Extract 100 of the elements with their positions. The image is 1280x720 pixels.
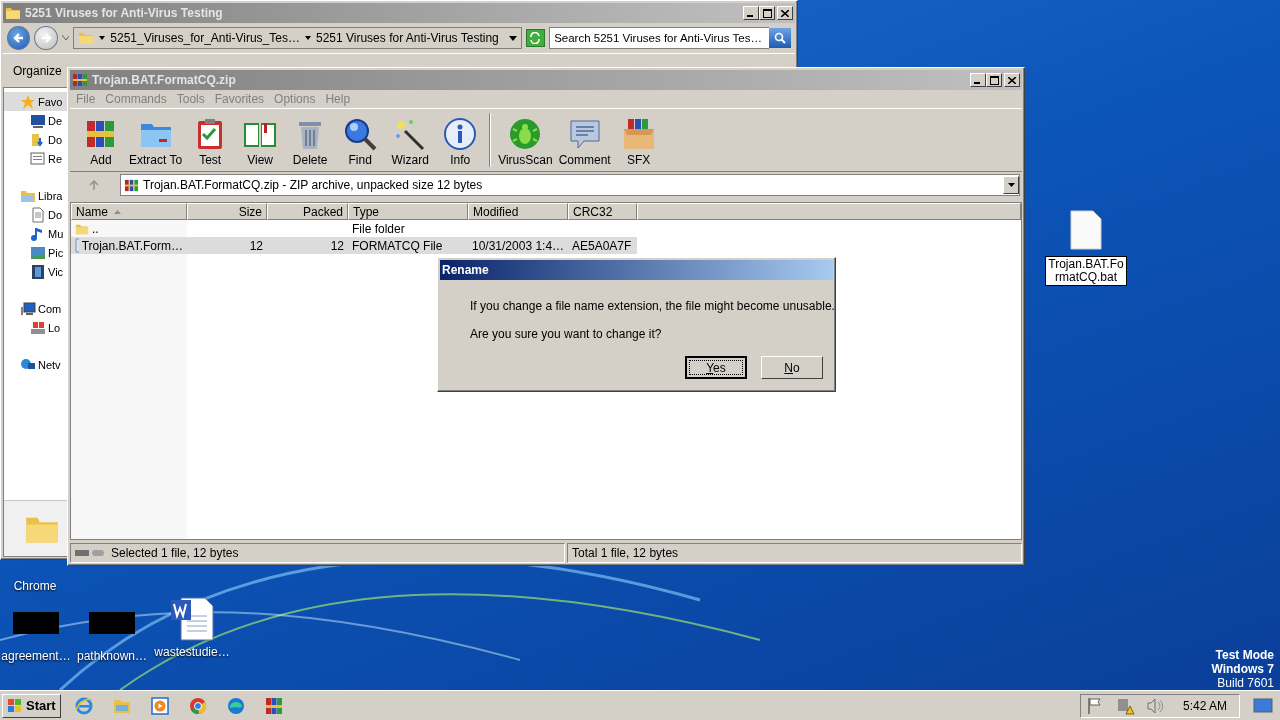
chevron-icon[interactable] bbox=[304, 35, 311, 41]
nav-item[interactable]: De bbox=[4, 111, 70, 130]
address-field[interactable]: 5251_Viruses_for_Anti-Virus_Tes… 5251 Viruses for Anti-Virus Testing bbox=[73, 27, 522, 49]
system-notice: Test Mode bbox=[1215, 648, 1274, 662]
toolbar-button[interactable]: Delete bbox=[285, 117, 336, 167]
search-button[interactable] bbox=[769, 28, 791, 48]
yes-button[interactable]: Yes bbox=[685, 356, 747, 379]
drive-icon bbox=[30, 319, 46, 336]
desktop-icon-label[interactable]: Trojan.BAT.FormatCQ.bat bbox=[1045, 256, 1127, 286]
toolbar-button[interactable]: SFX bbox=[613, 117, 664, 167]
nav-item[interactable]: Libra bbox=[4, 186, 70, 205]
maximize-button[interactable] bbox=[986, 73, 1002, 87]
browser-icon bbox=[225, 695, 246, 716]
browser-icon bbox=[73, 695, 94, 716]
monitor-icon bbox=[1253, 697, 1273, 714]
column-header[interactable]: Size bbox=[187, 203, 267, 220]
books-icon bbox=[263, 695, 284, 716]
books-icon bbox=[72, 72, 88, 88]
toolbar-button[interactable]: Test bbox=[185, 117, 236, 167]
search-field[interactable]: Search 5251 Viruses for Anti-Virus Tes… bbox=[549, 27, 769, 49]
close-icon bbox=[781, 9, 789, 17]
column-header[interactable]: Type bbox=[348, 203, 468, 220]
nav-item[interactable]: Do bbox=[4, 130, 70, 149]
toolbar-button[interactable]: Find bbox=[335, 117, 386, 167]
dropdown-button[interactable] bbox=[1003, 176, 1019, 194]
desktop-icon-label[interactable]: Chrome bbox=[11, 579, 59, 594]
column-header[interactable]: Packed bbox=[267, 203, 348, 220]
system-notice: Windows 7 bbox=[1211, 662, 1274, 676]
minimize-button[interactable] bbox=[970, 73, 986, 87]
toolbar-button[interactable]: View bbox=[235, 117, 286, 167]
nav-item[interactable]: Mu bbox=[4, 224, 70, 243]
info-icon bbox=[443, 117, 478, 151]
nav-item[interactable]: Favo bbox=[4, 92, 70, 111]
nav-item[interactable]: Do bbox=[4, 205, 70, 224]
maximize-button[interactable] bbox=[759, 6, 775, 20]
monitor-icon bbox=[30, 112, 46, 129]
toolbar-button[interactable]: Info bbox=[435, 117, 486, 167]
path-field[interactable]: Trojan.BAT.FormatCQ.zip - ZIP archive, unpacked size 12 bytes bbox=[120, 174, 1020, 196]
drive-icon bbox=[75, 548, 105, 558]
desktop-icon-label[interactable]: pathknown… bbox=[74, 649, 149, 664]
toolbar-button[interactable]: VirusScan bbox=[495, 117, 556, 167]
table-cell: 10/31/2003 1:4… bbox=[468, 237, 568, 254]
star-icon bbox=[20, 93, 36, 110]
refresh-button[interactable] bbox=[525, 29, 546, 47]
computer-icon bbox=[20, 300, 36, 317]
table-cell: AE5A0A7F bbox=[568, 237, 637, 254]
chevron-icon[interactable] bbox=[99, 35, 106, 41]
minimize-button[interactable] bbox=[743, 6, 759, 20]
desktop-icon-label[interactable]: agreement… bbox=[0, 649, 73, 664]
image-icon bbox=[30, 244, 46, 261]
close-button[interactable] bbox=[1004, 73, 1020, 87]
toolbar-button[interactable]: Extract To bbox=[126, 117, 186, 167]
caret-icon[interactable] bbox=[61, 35, 70, 41]
dialog-message: If you change a file name extension, the file might become unusable. bbox=[470, 299, 835, 313]
close-icon bbox=[1008, 76, 1016, 84]
desktop-icon-label[interactable]: wastestudie… bbox=[152, 645, 232, 660]
speech-bubble-icon bbox=[567, 117, 602, 151]
windows-flag-icon bbox=[7, 697, 23, 714]
breadcrumb[interactable]: 5251_Viruses_for_Anti-Virus_Tes… bbox=[110, 31, 300, 45]
maximize-icon bbox=[989, 75, 999, 85]
back-button[interactable] bbox=[7, 26, 31, 50]
forward-button[interactable] bbox=[34, 26, 58, 50]
forward-arrow-icon bbox=[39, 32, 52, 44]
toolbar-button[interactable]: Comment bbox=[555, 117, 614, 167]
document-icon bbox=[30, 206, 46, 223]
clock[interactable]: 5:42 AM bbox=[1174, 698, 1235, 713]
window-title: 5251 Viruses for Anti-Virus Testing bbox=[25, 6, 224, 20]
system-notice: Build 7601 bbox=[1217, 676, 1274, 690]
box-icon bbox=[621, 117, 656, 151]
dialog-title: Rename bbox=[442, 263, 490, 277]
breadcrumb[interactable]: 5251 Viruses for Anti-Virus Testing bbox=[315, 31, 499, 45]
nav-item[interactable]: Pic bbox=[4, 243, 70, 262]
play-icon bbox=[149, 695, 170, 716]
dropdown-arrow-icon[interactable] bbox=[508, 35, 517, 41]
document-icon bbox=[169, 596, 215, 642]
redaction-block bbox=[89, 612, 135, 634]
nav-item[interactable]: Netv bbox=[4, 355, 70, 374]
no-button[interactable]: No bbox=[761, 356, 823, 379]
nav-item[interactable]: Lo bbox=[4, 318, 70, 337]
column-header[interactable]: Name bbox=[71, 203, 187, 220]
column-header[interactable]: Modified bbox=[468, 203, 568, 220]
file-name-cell[interactable]: .. bbox=[71, 220, 187, 237]
path-text: Trojan.BAT.FormatCQ.zip - ZIP archive, unpacked size 12 bytes bbox=[143, 178, 483, 192]
column-header[interactable]: CRC32 bbox=[568, 203, 637, 220]
nav-item[interactable]: Vic bbox=[4, 262, 70, 281]
file-name-cell[interactable]: Trojan.BAT.Form… bbox=[71, 237, 187, 254]
table-cell: 12 bbox=[187, 237, 267, 254]
status-text: Total 1 file, 12 bytes bbox=[572, 546, 679, 560]
dropdown-arrow-icon bbox=[1007, 183, 1015, 187]
magnifier-icon bbox=[343, 117, 378, 151]
nav-item[interactable]: Re bbox=[4, 149, 70, 168]
toolbar-button[interactable]: Add bbox=[76, 117, 126, 167]
sort-arrow-icon bbox=[114, 209, 121, 214]
toolbar-button[interactable]: Wizard bbox=[385, 117, 436, 167]
close-button[interactable] bbox=[777, 6, 793, 20]
organize-button[interactable]: Organize bbox=[9, 61, 66, 80]
back-arrow-icon bbox=[12, 32, 25, 44]
nav-item[interactable]: Com bbox=[4, 299, 70, 318]
file-icon bbox=[75, 238, 79, 253]
start-button[interactable]: Start bbox=[2, 693, 61, 718]
